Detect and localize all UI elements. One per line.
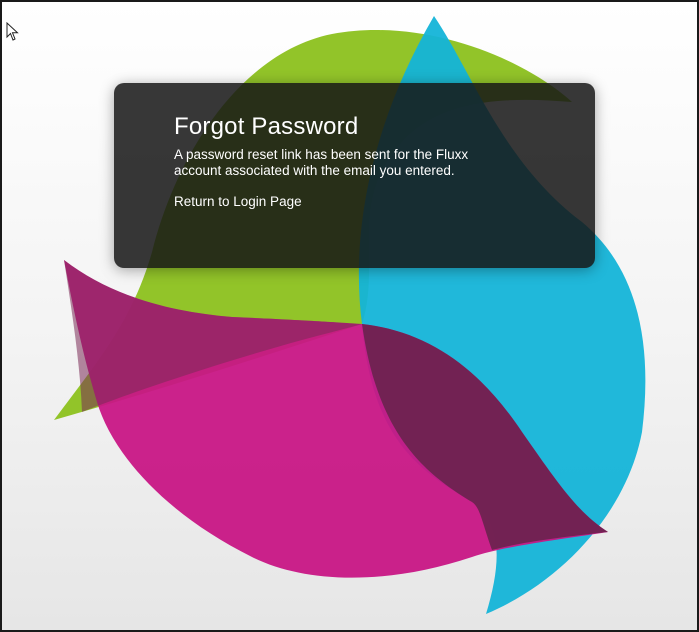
dialog-title: Forgot Password: [174, 113, 359, 140]
app-window: Forgot Password A password reset link ha…: [0, 0, 699, 632]
arrow-cursor-icon: [6, 22, 19, 41]
dialog-message: A password reset link has been sent for …: [174, 147, 469, 178]
return-to-login-link[interactable]: Return to Login Page: [174, 194, 302, 210]
forgot-password-dialog: Forgot Password A password reset link ha…: [114, 83, 595, 268]
